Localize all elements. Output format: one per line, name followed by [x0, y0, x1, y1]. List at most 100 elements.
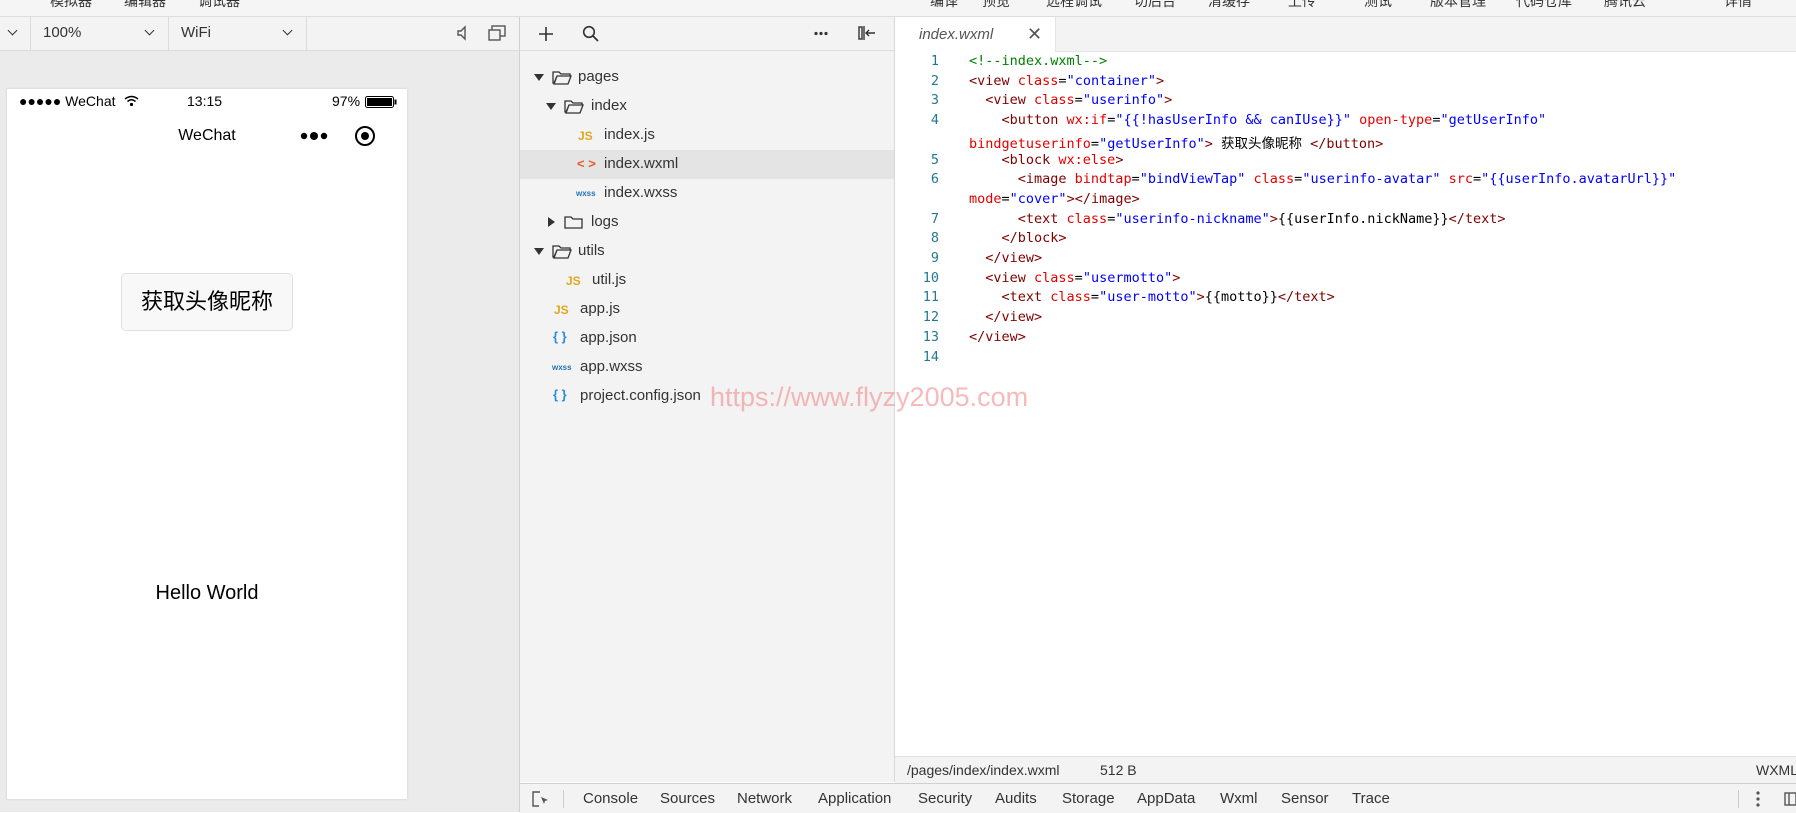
mute-icon[interactable] — [456, 25, 472, 41]
tree-label: index.js — [604, 126, 655, 143]
tree-label: index.wxss — [604, 184, 678, 201]
language-mode[interactable]: WXML — [1756, 762, 1796, 778]
code-token: > — [1196, 289, 1205, 306]
code-token: ></image> — [1066, 190, 1140, 207]
zoom-value: 100% — [43, 24, 82, 41]
zoom-select[interactable]: 100% — [31, 17, 169, 50]
menu-compile[interactable]: 编译 — [930, 0, 958, 11]
menu-remote-debug[interactable]: 远程调试 — [1046, 0, 1102, 11]
tab-sources[interactable]: Sources — [660, 790, 715, 807]
kebab-menu-icon[interactable] — [1756, 791, 1760, 807]
signal-carrier: ●●●●● WeChat — [19, 93, 116, 109]
code-line[interactable]: bindgetuserinfo="getUserInfo"> 获取头像昵称 </… — [969, 132, 1383, 152]
code-line[interactable]: <text class="userinfo-nickname">{{userIn… — [969, 211, 1506, 227]
search-icon[interactable] — [582, 25, 599, 42]
tree-folder-pages[interactable]: pages — [520, 63, 894, 92]
tab-audits[interactable]: Audits — [995, 790, 1037, 807]
menu-repo[interactable]: 代码仓库 — [1516, 0, 1572, 11]
device-select[interactable] — [0, 17, 31, 50]
code-token: = — [1090, 135, 1100, 152]
tree-file-app-json[interactable]: { } app.json — [520, 324, 894, 353]
menu-details[interactable]: 详情 — [1724, 0, 1752, 11]
divider — [563, 790, 564, 808]
code-line[interactable]: <!--index.wxml--> — [969, 53, 1107, 69]
code-line[interactable]: <block wx:else> — [969, 152, 1124, 168]
dock-icon[interactable] — [1784, 791, 1796, 807]
menu-editor[interactable]: 编辑器 — [124, 0, 166, 11]
tree-file-index-wxss[interactable]: wxss index.wxss — [520, 179, 894, 208]
tab-network[interactable]: Network — [737, 790, 792, 807]
code-line[interactable]: <text class="user-motto">{{motto}}</text… — [969, 289, 1335, 305]
tree-file-app-js[interactable]: JS app.js — [520, 295, 894, 324]
code-token: class — [1034, 269, 1075, 286]
code-line[interactable]: </view> — [969, 309, 1042, 325]
code-token: "getUserInfo" — [1099, 135, 1205, 152]
divider — [1738, 790, 1739, 808]
menu-version[interactable]: 版本管理 — [1430, 0, 1486, 11]
code-line[interactable]: <view class="container"> — [969, 73, 1164, 89]
tab-sensor[interactable]: Sensor — [1281, 790, 1329, 807]
detach-window-icon[interactable] — [488, 25, 506, 41]
chevron-down-icon — [144, 25, 155, 36]
code-area[interactable]: <!--index.wxml--> <view class="container"… — [895, 53, 1796, 753]
line-number: 11 — [922, 289, 939, 306]
tab-index-wxml[interactable]: index.wxml ✕ — [895, 17, 1056, 52]
tab-trace[interactable]: Trace — [1352, 790, 1390, 807]
code-line[interactable]: </view> — [969, 329, 1026, 345]
code-line[interactable]: </view> — [969, 250, 1042, 266]
menu-upload[interactable]: 上传 — [1288, 0, 1316, 11]
tree-label: logs — [591, 213, 619, 230]
tree-folder-logs[interactable]: logs — [520, 208, 894, 237]
tab-appdata[interactable]: AppData — [1137, 790, 1195, 807]
tree-file-index-js[interactable]: JS index.js — [520, 121, 894, 150]
tree-file-util-js[interactable]: JS util.js — [520, 266, 894, 295]
menu-test[interactable]: 测试 — [1364, 0, 1392, 11]
wxml-file-icon: < > — [577, 156, 596, 171]
file-size: 512 B — [1100, 762, 1137, 778]
close-capsule-icon[interactable] — [353, 124, 377, 148]
get-userinfo-button[interactable]: 获取头像昵称 — [121, 273, 293, 331]
code-token: {{userInfo.nickName}} — [1277, 210, 1449, 227]
menu-tencent-cloud[interactable]: 腾讯云 — [1604, 0, 1646, 11]
tree-file-app-wxss[interactable]: wxss app.wxss — [520, 353, 894, 382]
tree-folder-index[interactable]: index — [520, 92, 894, 121]
code-line[interactable]: <view class="userinfo"> — [969, 92, 1172, 108]
more-icon[interactable] — [814, 31, 828, 36]
menu-simulator[interactable]: 模拟器 — [50, 0, 92, 11]
network-select[interactable]: WiFi — [169, 17, 307, 50]
editor-status-bar: /pages/index/index.wxml 512 B WXML — [895, 756, 1796, 783]
tree-file-index-wxml[interactable]: < > index.wxml — [520, 150, 894, 179]
code-line[interactable]: <button wx:if="{{!hasUserInfo && canIUse… — [969, 112, 1547, 129]
add-icon[interactable] — [538, 26, 554, 42]
code-token: <view — [969, 92, 1035, 109]
code-token: <button — [969, 112, 1067, 129]
tree-folder-utils[interactable]: utils — [520, 237, 894, 266]
tab-security[interactable]: Security — [918, 790, 972, 807]
tree-label: app.json — [580, 329, 637, 346]
tab-application[interactable]: Application — [818, 790, 891, 807]
phone-screen: ●●●●● WeChat 13:15 97% WeChat 获取头像昵称 Hel… — [7, 89, 407, 799]
menu-clear-cache[interactable]: 清缓存 — [1208, 0, 1250, 11]
line-number: 5 — [930, 151, 939, 168]
code-line[interactable]: <image bindtap="bindViewTap" class="user… — [969, 171, 1676, 187]
tree-label: utils — [578, 242, 605, 259]
line-number: 1 — [930, 53, 939, 69]
code-token: wx:if — [1066, 112, 1108, 129]
tab-wxml[interactable]: Wxml — [1220, 790, 1258, 807]
code-line[interactable]: </block> — [969, 230, 1067, 246]
menu-preview[interactable]: 预览 — [982, 0, 1010, 11]
tab-console[interactable]: Console — [583, 790, 638, 807]
inspect-element-icon[interactable] — [532, 791, 550, 808]
code-line[interactable]: mode="cover"></image> — [969, 191, 1140, 207]
menu-debugger[interactable]: 调试器 — [198, 0, 240, 11]
code-line[interactable]: <view class="usermotto"> — [969, 270, 1180, 286]
close-icon[interactable]: ✕ — [1027, 24, 1042, 45]
menu-background[interactable]: 切后台 — [1134, 0, 1176, 11]
code-token: "container" — [1066, 72, 1156, 89]
collapse-panel-icon[interactable] — [858, 25, 876, 41]
line-number: 3 — [930, 92, 939, 109]
tab-storage[interactable]: Storage — [1062, 790, 1115, 807]
simulator-toolbar: 100% WiFi — [0, 17, 519, 51]
code-token: <!--index.wxml--> — [969, 53, 1108, 69]
more-dots-icon[interactable] — [299, 127, 329, 145]
